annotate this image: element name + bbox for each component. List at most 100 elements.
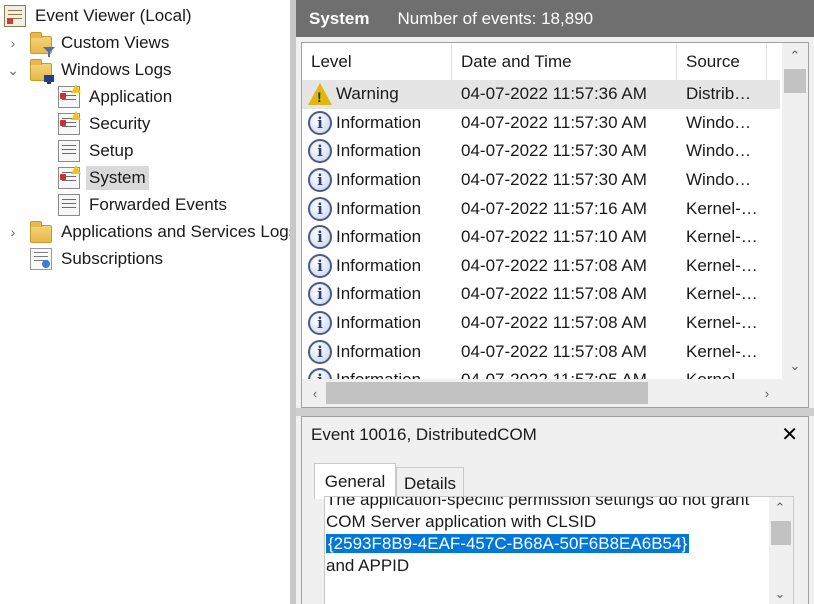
event-row[interactable]: i Information 04-07-2022 11:57:16 AM Kernel… — [302, 194, 780, 223]
log-name: System — [309, 8, 370, 28]
subscriptions-icon — [30, 248, 52, 270]
log-icon — [58, 84, 81, 108]
information-icon: i — [308, 339, 332, 364]
cell-date-time: 04-07-2022 11:57:36 AM — [461, 84, 647, 104]
information-icon: i — [308, 253, 332, 278]
log-icon — [58, 140, 80, 162]
scroll-down-icon[interactable]: ⌄ — [768, 581, 792, 604]
column-header-source[interactable]: Source — [677, 43, 767, 80]
scroll-thumb[interactable] — [771, 521, 791, 545]
log-icon — [58, 165, 81, 189]
cell-level: iInformation — [308, 166, 452, 195]
event-row[interactable]: i Information 04-07-2022 11:57:08 AM Kernel… — [302, 252, 780, 281]
tree-node-subscriptions[interactable]: Subscriptions — [30, 246, 166, 272]
tree-label-forwarded-events: Forwarded Events — [89, 195, 227, 214]
information-icon: i — [308, 168, 332, 193]
information-icon: i — [308, 311, 332, 336]
scroll-left-icon[interactable]: ‹ — [302, 380, 328, 406]
cell-level: iInformation — [308, 337, 452, 366]
scroll-right-icon[interactable]: › — [754, 380, 780, 406]
cell-date-time: 04-07-2022 11:57:08 AM — [461, 284, 647, 304]
cell-date-time: 04-07-2022 11:57:30 AM — [461, 141, 647, 161]
level-text: Information — [336, 198, 422, 218]
tree-node-security[interactable]: Security — [58, 111, 153, 137]
level-text: Information — [336, 341, 422, 361]
information-icon: i — [308, 139, 332, 164]
selected-clsid-text[interactable]: {2593F8B9-4EAF-457C-B68A-50F6B8EA6B54} — [326, 534, 690, 553]
column-header-label: Date and Time — [461, 51, 572, 71]
scroll-thumb[interactable] — [784, 69, 806, 93]
chevron-right-icon[interactable]: › — [7, 35, 19, 51]
chevron-right-icon[interactable]: › — [7, 224, 19, 240]
level-text: Information — [336, 141, 422, 161]
tree-node-forwarded-events[interactable]: Forwarded Events — [58, 192, 230, 218]
cell-date-time: 04-07-2022 11:57:30 AM — [461, 170, 647, 190]
cell-source: Windo… — [686, 112, 752, 132]
close-icon[interactable]: ✕ — [781, 422, 798, 447]
event-viewer-icon — [4, 5, 26, 27]
column-header-level[interactable]: Level — [302, 43, 452, 80]
cell-date-time: 04-07-2022 11:57:08 AM — [461, 255, 647, 275]
events-count: Number of events: 18,890 — [397, 8, 594, 28]
level-text: Information — [336, 170, 422, 190]
scrollbar-corner — [782, 379, 808, 407]
description-vertical-scrollbar[interactable]: ⌃ ⌄ — [769, 497, 793, 604]
console-tree: Event Viewer (Local) › Custom Views ⌄ Wi… — [0, 0, 290, 604]
event-row[interactable]: i Information 04-07-2022 11:57:08 AM Kernel… — [302, 337, 780, 366]
cell-level: iInformation — [308, 109, 452, 138]
cell-level: ! Warning — [308, 80, 452, 109]
event-row[interactable]: i Information 04-07-2022 11:57:08 AM Kernel… — [302, 280, 780, 309]
level-text: Warning — [336, 84, 399, 104]
tree-node-setup[interactable]: Setup — [58, 138, 136, 164]
description-line: COM Server application with CLSID — [326, 512, 597, 531]
scroll-thumb[interactable] — [326, 382, 648, 404]
column-header-label: Level — [311, 51, 352, 71]
tree-node-windows-logs[interactable]: Windows Logs — [30, 57, 175, 84]
cell-level: iInformation — [308, 194, 452, 223]
cell-date-time: 04-07-2022 11:57:08 AM — [461, 313, 647, 333]
event-row[interactable]: ! Warning 04-07-2022 11:57:36 AM Distrib… — [302, 80, 780, 109]
tree-node-applications-and-services-logs[interactable]: Applications and Services Logs — [30, 219, 290, 245]
tree-node-custom-views[interactable]: Custom Views — [30, 30, 172, 57]
scroll-down-icon[interactable]: ⌄ — [782, 353, 808, 379]
scroll-up-icon[interactable]: ⌃ — [782, 43, 808, 69]
event-row[interactable]: i Information 04-07-2022 11:57:30 AM Windo… — [302, 137, 780, 166]
tree-label-root: Event Viewer (Local) — [35, 6, 192, 25]
event-row[interactable]: i Information 04-07-2022 11:57:30 AM Windo… — [302, 166, 780, 195]
cell-level: iInformation — [308, 252, 452, 281]
event-description-box[interactable]: The application-specific permission sett… — [324, 496, 794, 604]
tree-node-event-viewer-local[interactable]: Event Viewer (Local) — [4, 3, 195, 29]
chevron-down-icon[interactable]: ⌄ — [7, 62, 19, 78]
results-pane: System Number of events: 18,890 Level Da… — [296, 0, 814, 604]
tree-node-application[interactable]: Application — [58, 84, 175, 110]
log-icon — [58, 194, 80, 216]
event-details-pane: Event 10016, DistributedCOM ✕ General De… — [301, 416, 809, 604]
cell-source: Distrib… — [686, 84, 752, 104]
information-icon: i — [308, 225, 332, 250]
events-horizontal-scrollbar[interactable]: ‹ › — [302, 379, 808, 407]
tree-label-system: System — [86, 166, 149, 190]
tab-general[interactable]: General — [314, 463, 396, 499]
event-row[interactable]: i Information 04-07-2022 11:57:30 AM Windo… — [302, 109, 780, 138]
events-vertical-scrollbar[interactable]: ⌃ ⌄ — [782, 43, 808, 380]
tab-details[interactable]: Details — [396, 467, 464, 499]
event-row[interactable]: i Information 04-07-2022 11:57:08 AM Kernel… — [302, 309, 780, 338]
tree-label-subscriptions: Subscriptions — [61, 249, 164, 268]
tree-node-system[interactable]: System — [58, 165, 149, 191]
folder-icon — [30, 59, 54, 84]
tree-label-setup: Setup — [89, 141, 134, 160]
column-header-date-time[interactable]: Date and Time — [452, 43, 677, 80]
level-text: Information — [336, 255, 422, 275]
cell-source: Kernel-… — [686, 341, 756, 361]
pane-splitter-horizontal[interactable] — [296, 408, 814, 416]
scroll-up-icon[interactable]: ⌃ — [768, 497, 792, 521]
cell-source: Kernel-… — [686, 255, 756, 275]
cell-level: iInformation — [308, 137, 452, 166]
cell-level: iInformation — [308, 280, 452, 309]
events-grid: Level Date and Time Source ! Warning 04-07… — [301, 42, 809, 408]
cell-date-time: 04-07-2022 11:57:16 AM — [461, 198, 647, 218]
event-row[interactable]: i Information 04-07-2022 11:57:10 AM Kernel… — [302, 223, 780, 252]
warning-icon: ! — [308, 83, 332, 106]
event-details-title: Event 10016, DistributedCOM — [311, 425, 537, 444]
cell-date-time: 04-07-2022 11:57:10 AM — [461, 227, 647, 247]
